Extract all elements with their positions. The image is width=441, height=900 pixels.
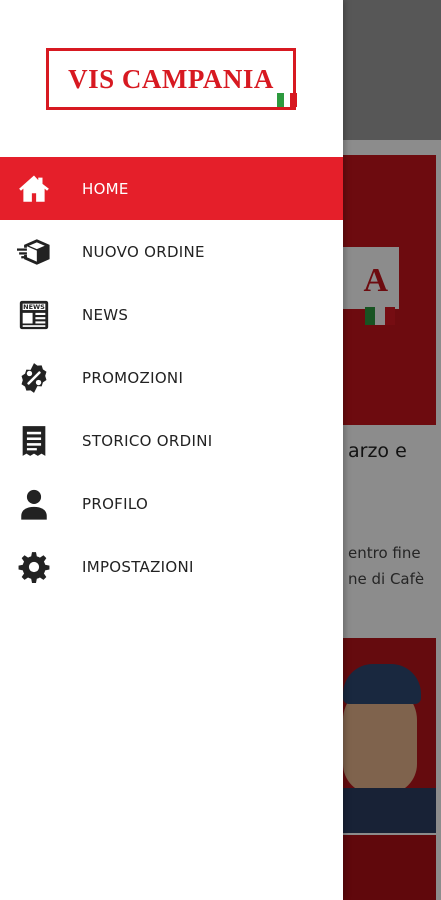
svg-text:NEWS: NEWS xyxy=(23,303,45,311)
brand-logo: VIS CAMPANIA xyxy=(46,48,297,110)
menu-item-storico-ordini[interactable]: STORICO ORDINI xyxy=(0,409,343,472)
menu-item-label: STORICO ORDINI xyxy=(82,431,213,450)
menu-item-profilo[interactable]: PROFILO xyxy=(0,472,343,535)
receipt-list-icon xyxy=(0,409,82,472)
gear-icon xyxy=(0,535,82,598)
italian-flag-icon xyxy=(277,93,297,107)
menu-item-impostazioni[interactable]: IMPOSTAZIONI xyxy=(0,535,343,598)
drawer-menu: HOME NUOVO ORDINE NEWS NEWS PROMOZIONI S… xyxy=(0,157,343,598)
delivery-box-icon xyxy=(0,220,82,283)
user-icon xyxy=(0,472,82,535)
menu-item-label: PROFILO xyxy=(82,494,149,513)
newspaper-icon: NEWS xyxy=(0,283,82,346)
menu-item-label: NUOVO ORDINE xyxy=(82,242,205,261)
menu-item-label: PROMOZIONI xyxy=(82,368,184,387)
navigation-drawer: VIS CAMPANIA HOME NUOVO ORDINE NEWS NEWS… xyxy=(0,0,343,900)
menu-item-label: NEWS xyxy=(82,305,129,324)
home-icon xyxy=(0,157,82,220)
percent-badge-icon xyxy=(0,346,82,409)
brand-name: VIS CAMPANIA xyxy=(68,64,274,94)
menu-item-label: IMPOSTAZIONI xyxy=(82,557,194,576)
menu-item-news[interactable]: NEWS NEWS xyxy=(0,283,343,346)
menu-item-home[interactable]: HOME xyxy=(0,157,343,220)
menu-item-nuovo-ordine[interactable]: NUOVO ORDINE xyxy=(0,220,343,283)
menu-item-promozioni[interactable]: PROMOZIONI xyxy=(0,346,343,409)
menu-item-label: HOME xyxy=(82,179,129,198)
